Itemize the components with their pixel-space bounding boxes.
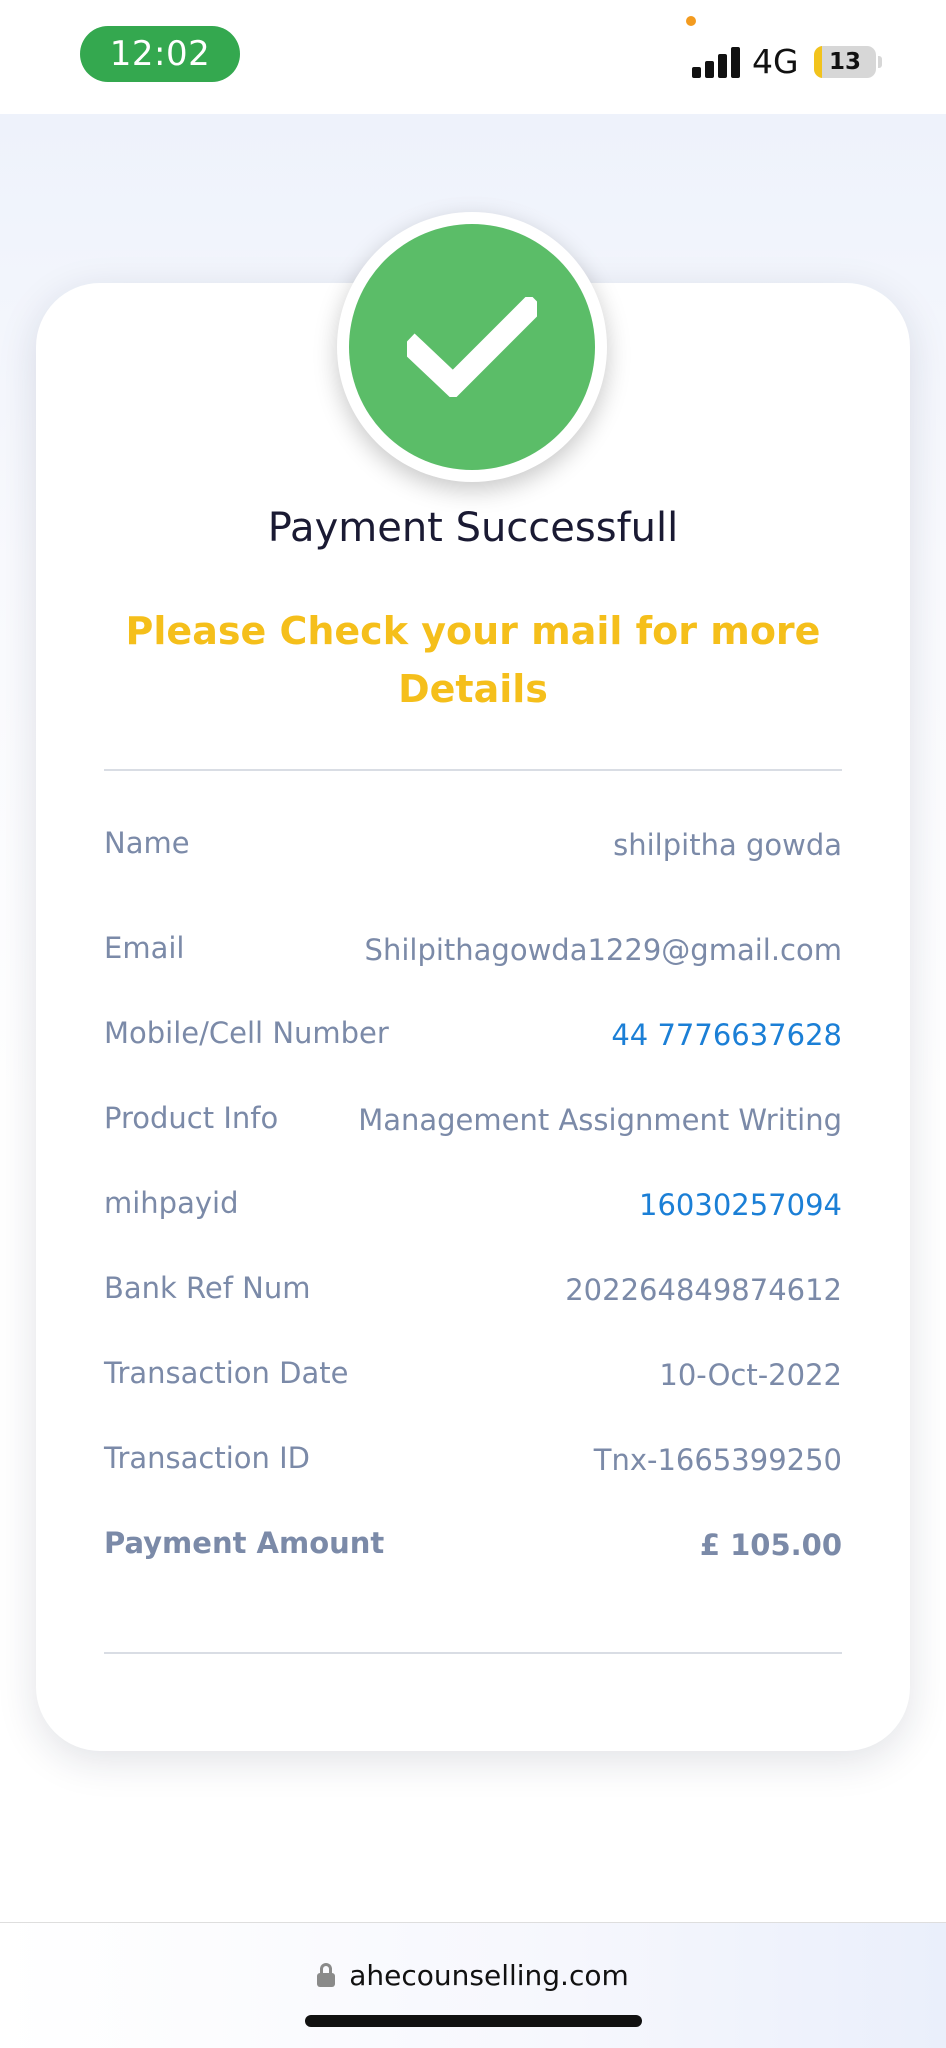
battery-tip [878, 56, 882, 68]
privacy-indicator-dot [686, 16, 696, 26]
status-bar: 12:02 4G 13 [0, 0, 946, 114]
product-value: Management Assignment Writing [358, 1103, 842, 1137]
payment-subtitle: Please Check your mail for more Details [125, 609, 821, 711]
browser-address-bar: ahecounselling.com [0, 1922, 946, 2048]
mobile-label: Mobile/Cell Number [104, 1016, 389, 1050]
detail-row-transaction-id: Transaction ID Tnx-1665399250 [104, 1441, 842, 1491]
name-value: shilpitha gowda [613, 828, 842, 862]
detail-row-transaction-date: Transaction Date 10-Oct-2022 [104, 1356, 842, 1406]
detail-row-name: Name shilpitha gowda [104, 826, 842, 876]
battery-icon: 13 [814, 46, 876, 78]
cellular-signal-icon [692, 46, 740, 78]
home-indicator[interactable] [305, 2015, 642, 2027]
bottom-divider [104, 1652, 842, 1654]
mihpayid-value-link[interactable]: 16030257094 [639, 1188, 842, 1222]
url-text[interactable]: ahecounselling.com [349, 1959, 629, 1992]
battery-percentage: 13 [828, 49, 861, 75]
network-type: 4G [752, 42, 799, 81]
payment-amount-label: Payment Amount [104, 1526, 385, 1560]
mobile-value-link[interactable]: 44 7776637628 [611, 1018, 842, 1052]
email-value[interactable]: Shilpithagowda1229@gmail.com [365, 933, 842, 967]
check-mark [407, 297, 537, 397]
top-divider [104, 769, 842, 771]
check-icon [349, 224, 595, 470]
bank-ref-label: Bank Ref Num [104, 1271, 311, 1305]
name-label: Name [104, 826, 190, 860]
detail-row-mobile: Mobile/Cell Number 44 7776637628 [104, 1016, 842, 1066]
bank-ref-value: 202264849874612 [565, 1273, 842, 1307]
success-badge [337, 212, 607, 482]
transaction-id-label: Transaction ID [104, 1441, 311, 1475]
transaction-date-label: Transaction Date [104, 1356, 349, 1390]
status-time[interactable]: 12:02 [80, 26, 240, 82]
payment-title: Payment Successfull [267, 505, 679, 551]
detail-row-product: Product Info Management Assignment Writi… [104, 1101, 842, 1151]
lock-icon [317, 1963, 336, 1987]
email-label: Email [104, 931, 185, 965]
detail-row-bank-ref: Bank Ref Num 202264849874612 [104, 1271, 842, 1321]
payment-amount-value: £ 105.00 [699, 1528, 842, 1562]
mihpayid-label: mihpayid [104, 1186, 239, 1220]
product-label: Product Info [104, 1101, 279, 1135]
url-field[interactable]: ahecounselling.com [0, 1955, 946, 1995]
detail-row-email: Email Shilpithagowda1229@gmail.com [104, 931, 842, 981]
transaction-id-value: Tnx-1665399250 [593, 1443, 842, 1477]
transaction-date-value: 10-Oct-2022 [659, 1358, 842, 1392]
detail-row-payment-amount: Payment Amount £ 105.00 [104, 1526, 842, 1576]
detail-row-mihpayid: mihpayid 16030257094 [104, 1186, 842, 1236]
